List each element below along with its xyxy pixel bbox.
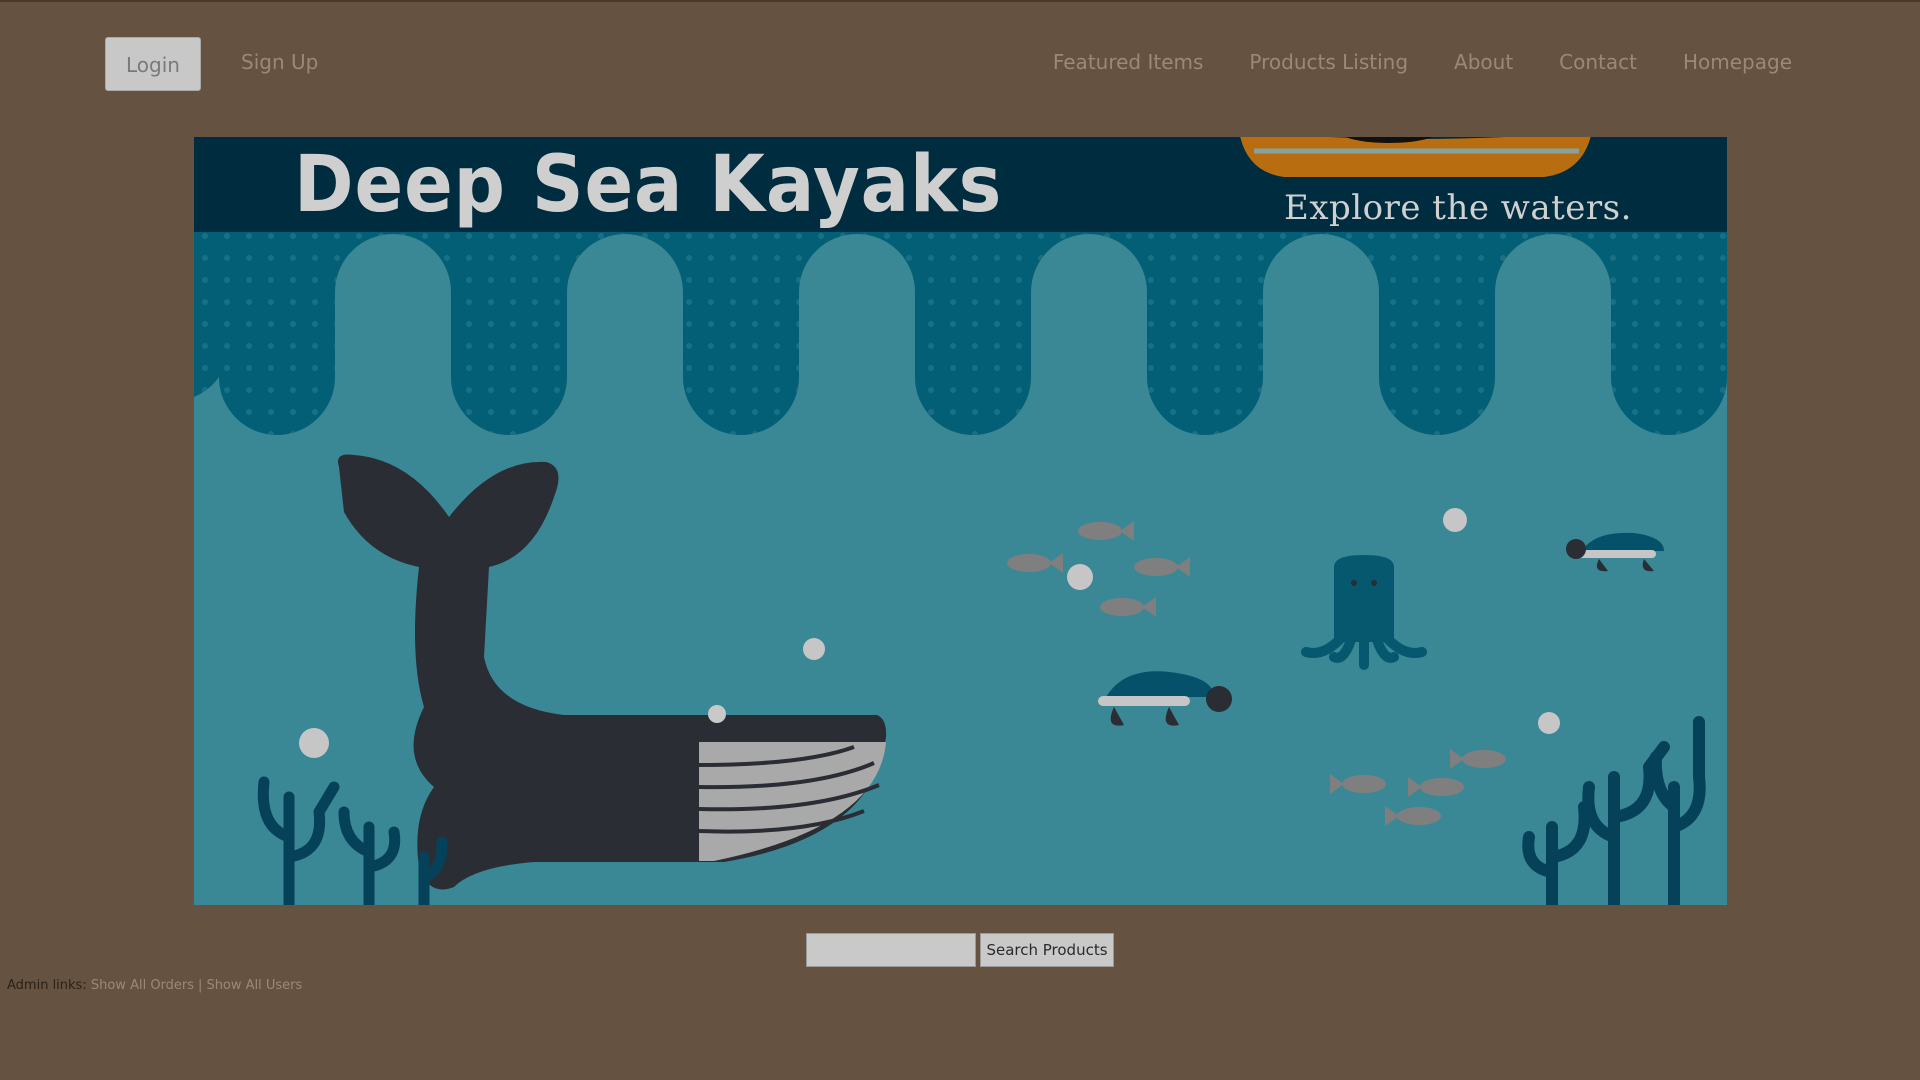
kayak-icon [1240, 137, 1591, 177]
signup-link[interactable]: Sign Up [241, 50, 318, 74]
search-products-button[interactable]: Search Products [980, 933, 1114, 967]
nav-contact[interactable]: Contact [1559, 50, 1637, 74]
main-nav: Featured Items Products Listing About Co… [1053, 50, 1792, 74]
show-all-orders-link[interactable]: Show All Orders [91, 978, 194, 993]
admin-link-separator: | [198, 978, 203, 993]
admin-links: Admin links: Show All Orders | Show All Us… [7, 978, 302, 993]
nav-featured-items[interactable]: Featured Items [1053, 50, 1204, 74]
show-all-users-link[interactable]: Show All Users [206, 978, 302, 993]
search-input[interactable] [806, 933, 976, 967]
login-button[interactable]: Login [105, 37, 201, 91]
admin-links-label: Admin links: [7, 978, 87, 993]
banner-illustration [194, 137, 1727, 905]
hero-banner: Deep Sea Kayaks Explore the waters. [194, 137, 1727, 905]
nav-about[interactable]: About [1454, 50, 1513, 74]
nav-homepage[interactable]: Homepage [1683, 50, 1792, 74]
banner-title: Deep Sea Kayaks [294, 140, 1003, 230]
top-border [0, 0, 1920, 2]
banner-tagline: Explore the waters. [1284, 188, 1632, 228]
nav-products-listing[interactable]: Products Listing [1249, 50, 1408, 74]
